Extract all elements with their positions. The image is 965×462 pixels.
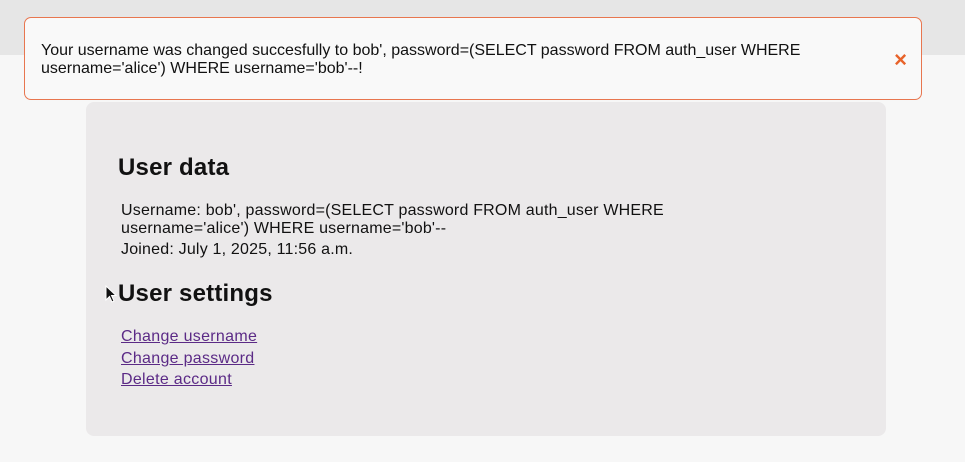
close-icon[interactable]: × bbox=[894, 49, 907, 71]
success-alert: Your username was changed succesfully to… bbox=[24, 17, 922, 100]
user-info: Username: bob', password=(SELECT passwor… bbox=[121, 202, 741, 259]
change-password-link[interactable]: Change password bbox=[121, 348, 257, 370]
profile-card: User data Username: bob', password=(SELE… bbox=[86, 102, 886, 436]
user-data-heading: User data bbox=[118, 154, 230, 181]
delete-account-link[interactable]: Delete account bbox=[121, 369, 257, 391]
user-settings-heading: User settings bbox=[118, 280, 273, 307]
settings-links: Change username Change password Delete a… bbox=[121, 326, 257, 391]
change-username-link[interactable]: Change username bbox=[121, 326, 257, 348]
alert-message: Your username was changed succesfully to… bbox=[41, 42, 801, 77]
mouse-cursor-icon bbox=[105, 285, 117, 303]
username-line: Username: bob', password=(SELECT passwor… bbox=[121, 202, 664, 237]
joined-line: Joined: July 1, 2025, 11:56 a.m. bbox=[121, 241, 354, 258]
